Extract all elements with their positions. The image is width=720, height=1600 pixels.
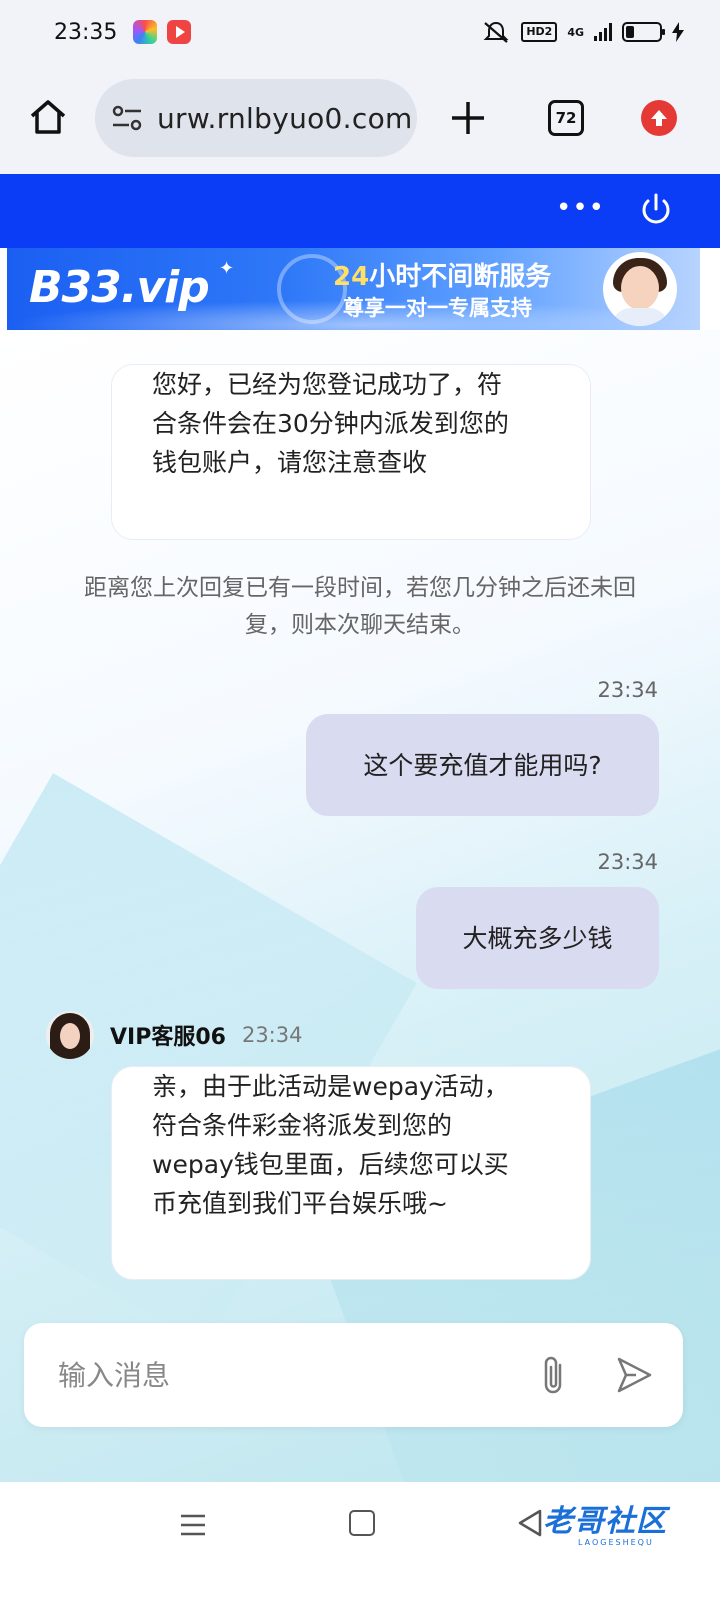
system-navigation-bar: 老哥社区 LAOGESHEQU [0,1482,720,1600]
battery-icon [622,22,665,42]
hd-voice-icon: HD2 [521,22,558,42]
banner-subheadline: 尊享一对一专属支持 [343,296,532,320]
video-app-icon [167,20,192,44]
message-composer [24,1323,683,1427]
new-tab-icon[interactable] [448,98,488,138]
promo-banner[interactable]: B33.vip ✦ 24小时不间断服务 尊享一对一专属支持 [7,248,700,330]
tab-switcher-button[interactable]: 72 [548,100,584,136]
home-icon[interactable] [28,97,68,137]
status-indicators: HD2 4G [481,20,684,44]
user-message-bubble: 大概充多少钱 [416,887,659,989]
message-input[interactable] [58,1345,518,1405]
browser-toolbar: urw.rnlbyuo0.com 72 [0,64,720,174]
power-icon[interactable] [638,192,674,228]
user-message-bubble: 这个要充值才能用吗? [306,714,659,816]
agent-message-bubble: 您好，已经为您登记成功了，符 合条件会在30分钟内派发到您的 钱包账户，请您注意… [111,364,591,540]
chat-messages[interactable]: 您好，已经为您登记成功了，符 合条件会在30分钟内派发到您的 钱包账户，请您注意… [0,330,720,1482]
support-agent-image [603,252,677,326]
recents-icon[interactable] [178,1510,208,1540]
banner-logo: B33.vip ✦ [29,258,234,313]
agent-message-bubble: 亲，由于此活动是wepay活动， 符合条件彩金将派发到您的 wepay钱包里面，… [111,1066,591,1280]
photos-app-icon [133,20,158,44]
network-type: 4G [567,25,584,39]
url-bar[interactable]: urw.rnlbyuo0.com [95,79,417,157]
system-notice: 距离您上次回复已有一段时间，若您几分钟之后还未回 复，则本次聊天结束。 [84,575,636,638]
site-settings-icon[interactable] [111,104,143,132]
url-text: urw.rnlbyuo0.com [157,101,413,135]
home-nav-icon[interactable] [349,1510,375,1536]
agent-header: VIP客服06 23:34 [46,1011,302,1059]
paperclip-icon[interactable] [534,1353,574,1399]
watermark-subtitle: LAOGESHEQU [578,1538,654,1547]
watermark-logo: 老哥社区 [543,1504,667,1539]
signal-icon [594,23,612,41]
charging-icon [672,22,684,42]
message-timestamp: 23:34 [597,850,658,874]
agent-name: VIP客服06 [110,1025,226,1050]
message-timestamp: 23:34 [241,1023,303,1047]
avatar[interactable] [46,1011,94,1059]
message-timestamp: 23:34 [597,678,658,702]
chat-header: ••• [0,174,720,248]
send-icon[interactable] [614,1355,654,1395]
status-bar: 23:35 HD2 4G [0,0,720,64]
status-time: 23:35 [54,19,118,45]
banner-headline: 24小时不间断服务 [333,262,552,292]
update-icon[interactable] [641,100,677,136]
more-options-icon[interactable]: ••• [556,195,604,226]
mute-icon [483,21,509,43]
back-icon[interactable] [516,1508,544,1538]
